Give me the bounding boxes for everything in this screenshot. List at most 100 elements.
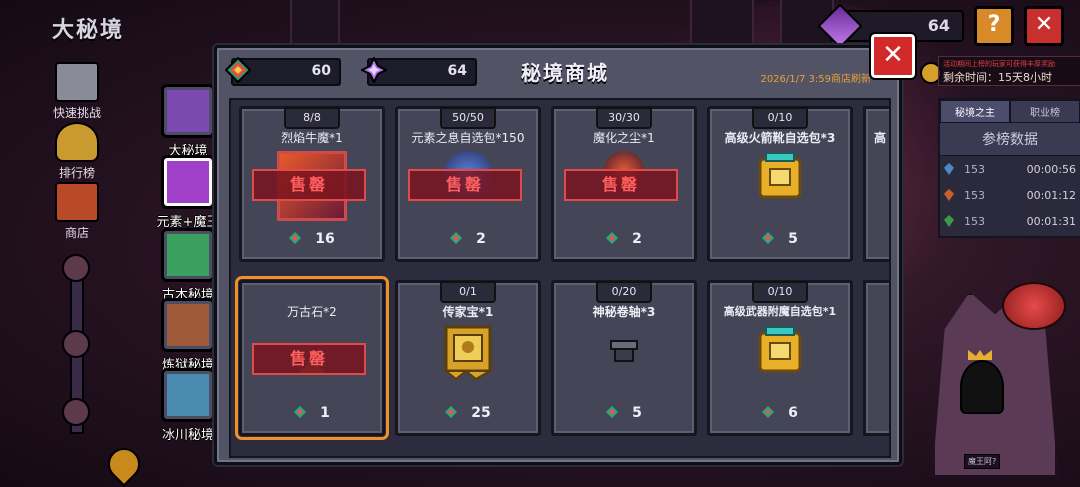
quick-challenge-button[interactable]: 快速挑战 — [44, 62, 110, 121]
item-name: 魔化之尘*1 — [593, 131, 655, 145]
price-value: 1 — [320, 405, 330, 421]
shop-item-card[interactable]: 50/50 元素之息自选包*150 售罄 2 — [395, 106, 541, 262]
quick-challenge-label: 快速挑战 — [52, 106, 101, 120]
rainbow-gem-icon — [606, 232, 619, 244]
leaderboard-button[interactable]: 排行榜 — [44, 122, 110, 181]
rank-box: 秘境之主 职业榜 参榜数据 153 00:00:56 153 00:01:12 … — [938, 98, 1080, 238]
trophy-icon — [55, 122, 99, 162]
gem-currency-display: 60 — [225, 57, 341, 86]
event-timer: 活动期间上榜的玩家可获得丰厚奖励 剩余时间：15天8小时 — [938, 56, 1080, 86]
progress-node — [62, 254, 90, 282]
shop-item-card[interactable]: 0/10 高级火箭靴自选包*3 5 — [707, 106, 853, 262]
purchase-limit: 30/30 — [596, 107, 652, 129]
dungeon-item[interactable]: 炼狱秘境 — [156, 298, 220, 373]
dungeon-item[interactable]: 古木秘境 — [156, 228, 220, 303]
crystal-currency-display: 64 — [361, 57, 477, 86]
item-price: 6 — [710, 405, 850, 421]
rank-time: 00:01:12 — [1026, 188, 1076, 202]
leaderboard-label: 排行榜 — [58, 166, 95, 180]
shop-item-card-partial[interactable] — [863, 280, 889, 436]
item-price: 5 — [710, 231, 850, 247]
sold-out-badge: 售罄 — [408, 169, 522, 201]
dungeon-item[interactable]: 大秘境 — [156, 84, 220, 159]
shop-item-card-selected[interactable]: 万古石*2 售罄 1 — [235, 276, 389, 440]
price-value: 5 — [632, 405, 642, 421]
shop-header: 60 64 秘境商城 2026/1/7 3:59商店刷新 — [217, 48, 899, 92]
price-value: 2 — [632, 231, 642, 247]
item-price: 25 — [398, 405, 538, 421]
dungeon-item[interactable]: 冰川秘境 — [156, 368, 220, 443]
boss-area[interactable]: 魔王阿? — [906, 270, 1080, 486]
tab-dungeon-master[interactable]: 秘境之主 — [940, 100, 1010, 123]
dungeon-icon — [161, 368, 215, 422]
dungeon-item-selected[interactable]: 元素+魔王 — [156, 155, 220, 230]
close-button[interactable]: ✕ — [1024, 6, 1064, 46]
progress-node — [62, 398, 90, 426]
gold-chest-icon — [758, 152, 802, 199]
shop-title: 秘境商城 — [521, 61, 609, 85]
item-price: 16 — [242, 231, 382, 247]
rank-row: 153 00:00:56 — [940, 156, 1080, 182]
shop-icon — [55, 182, 99, 222]
boss-figure — [960, 360, 1004, 414]
dungeon-icon — [161, 228, 215, 282]
shop-item-card[interactable]: 30/30 魔化之尘*1 售罄 2 — [551, 106, 697, 262]
rank-score: 153 — [964, 162, 985, 176]
top-hud: 64 ? ✕ — [817, 3, 1080, 49]
purple-crystal-icon — [361, 57, 387, 83]
item-name: 元素之息自选包*150 — [411, 131, 525, 145]
rank-row: 153 00:01:31 — [940, 208, 1080, 234]
shop-item-card[interactable]: 0/1 传家宝*1 25 — [395, 280, 541, 436]
sold-out-badge: 售罄 — [564, 169, 678, 201]
dungeon-icon — [161, 84, 215, 138]
dungeon-icon — [161, 298, 215, 352]
price-value: 6 — [788, 405, 798, 421]
item-name: 万古石*2 — [287, 305, 337, 319]
shop-item-card-partial[interactable]: 高 — [863, 106, 889, 262]
item-price: 2 — [554, 231, 694, 247]
wood-gem-icon — [944, 215, 954, 227]
refresh-timestamp: 2026/1/7 3:59商店刷新 — [760, 74, 871, 85]
shop-label: 商店 — [64, 226, 89, 240]
rank-score: 153 — [964, 214, 985, 228]
shop-item-card[interactable]: 0/20 神秘卷轴*3 5 — [551, 280, 697, 436]
dungeon-label: 冰川秘境 — [161, 428, 214, 443]
item-price: 5 — [554, 405, 694, 421]
purchase-limit: 0/20 — [596, 281, 652, 303]
item-name: 传家宝*1 — [442, 305, 494, 319]
dragon-icon — [1002, 282, 1066, 330]
rank-time: 00:00:56 — [1026, 162, 1076, 176]
rainbow-gem-icon — [225, 57, 251, 83]
rank-tabs: 秘境之主 职业榜 — [940, 100, 1080, 123]
background-pillar — [690, 0, 754, 46]
shop-grid[interactable]: 8/8 烈焰牛魔*1 售罄 16 50/50 元素之息自选包*150 售罄 2 … — [229, 98, 891, 458]
rainbow-gem-icon — [762, 406, 775, 418]
purchase-limit: 0/10 — [752, 107, 808, 129]
purchase-limit: 0/10 — [752, 281, 808, 303]
gem-count: 60 — [311, 63, 331, 79]
purchase-limit: 8/8 — [284, 107, 340, 129]
close-modal-button[interactable]: ✕ — [869, 32, 917, 80]
rainbow-gem-icon — [289, 232, 302, 244]
item-price: 1 — [242, 405, 382, 421]
quick-challenge-icon — [55, 62, 99, 102]
price-value: 16 — [315, 231, 335, 247]
sold-out-badge: 售罄 — [252, 169, 366, 201]
tab-class-rank[interactable]: 职业榜 — [1010, 100, 1080, 123]
item-name: 神秘卷轴*3 — [592, 305, 656, 319]
leaderboard-panel: 活动期间上榜的玩家可获得丰厚奖励 剩余时间：15天8小时 秘境之主 职业榜 参榜… — [918, 56, 1080, 242]
crystal-count: 64 — [447, 63, 467, 79]
progress-node — [62, 330, 90, 358]
rainbow-gem-icon — [762, 232, 775, 244]
help-button[interactable]: ? — [974, 6, 1014, 46]
fire-gem-icon — [944, 189, 954, 201]
boss-label: 魔王阿? — [964, 454, 1001, 469]
shop-button[interactable]: 商店 — [44, 182, 110, 241]
shop-modal: 60 64 秘境商城 2026/1/7 3:59商店刷新 ✕ 8/8 烈焰牛魔*… — [214, 32, 917, 465]
crystal-count: 64 — [927, 16, 950, 35]
background-pillar — [290, 0, 340, 46]
shop-item-card[interactable]: 0/10 高级武器附魔自选包*1 6 — [707, 280, 853, 436]
shop-item-card[interactable]: 8/8 烈焰牛魔*1 售罄 16 — [239, 106, 385, 262]
water-gem-icon — [944, 163, 954, 175]
rank-row: 153 00:01:12 — [940, 182, 1080, 208]
